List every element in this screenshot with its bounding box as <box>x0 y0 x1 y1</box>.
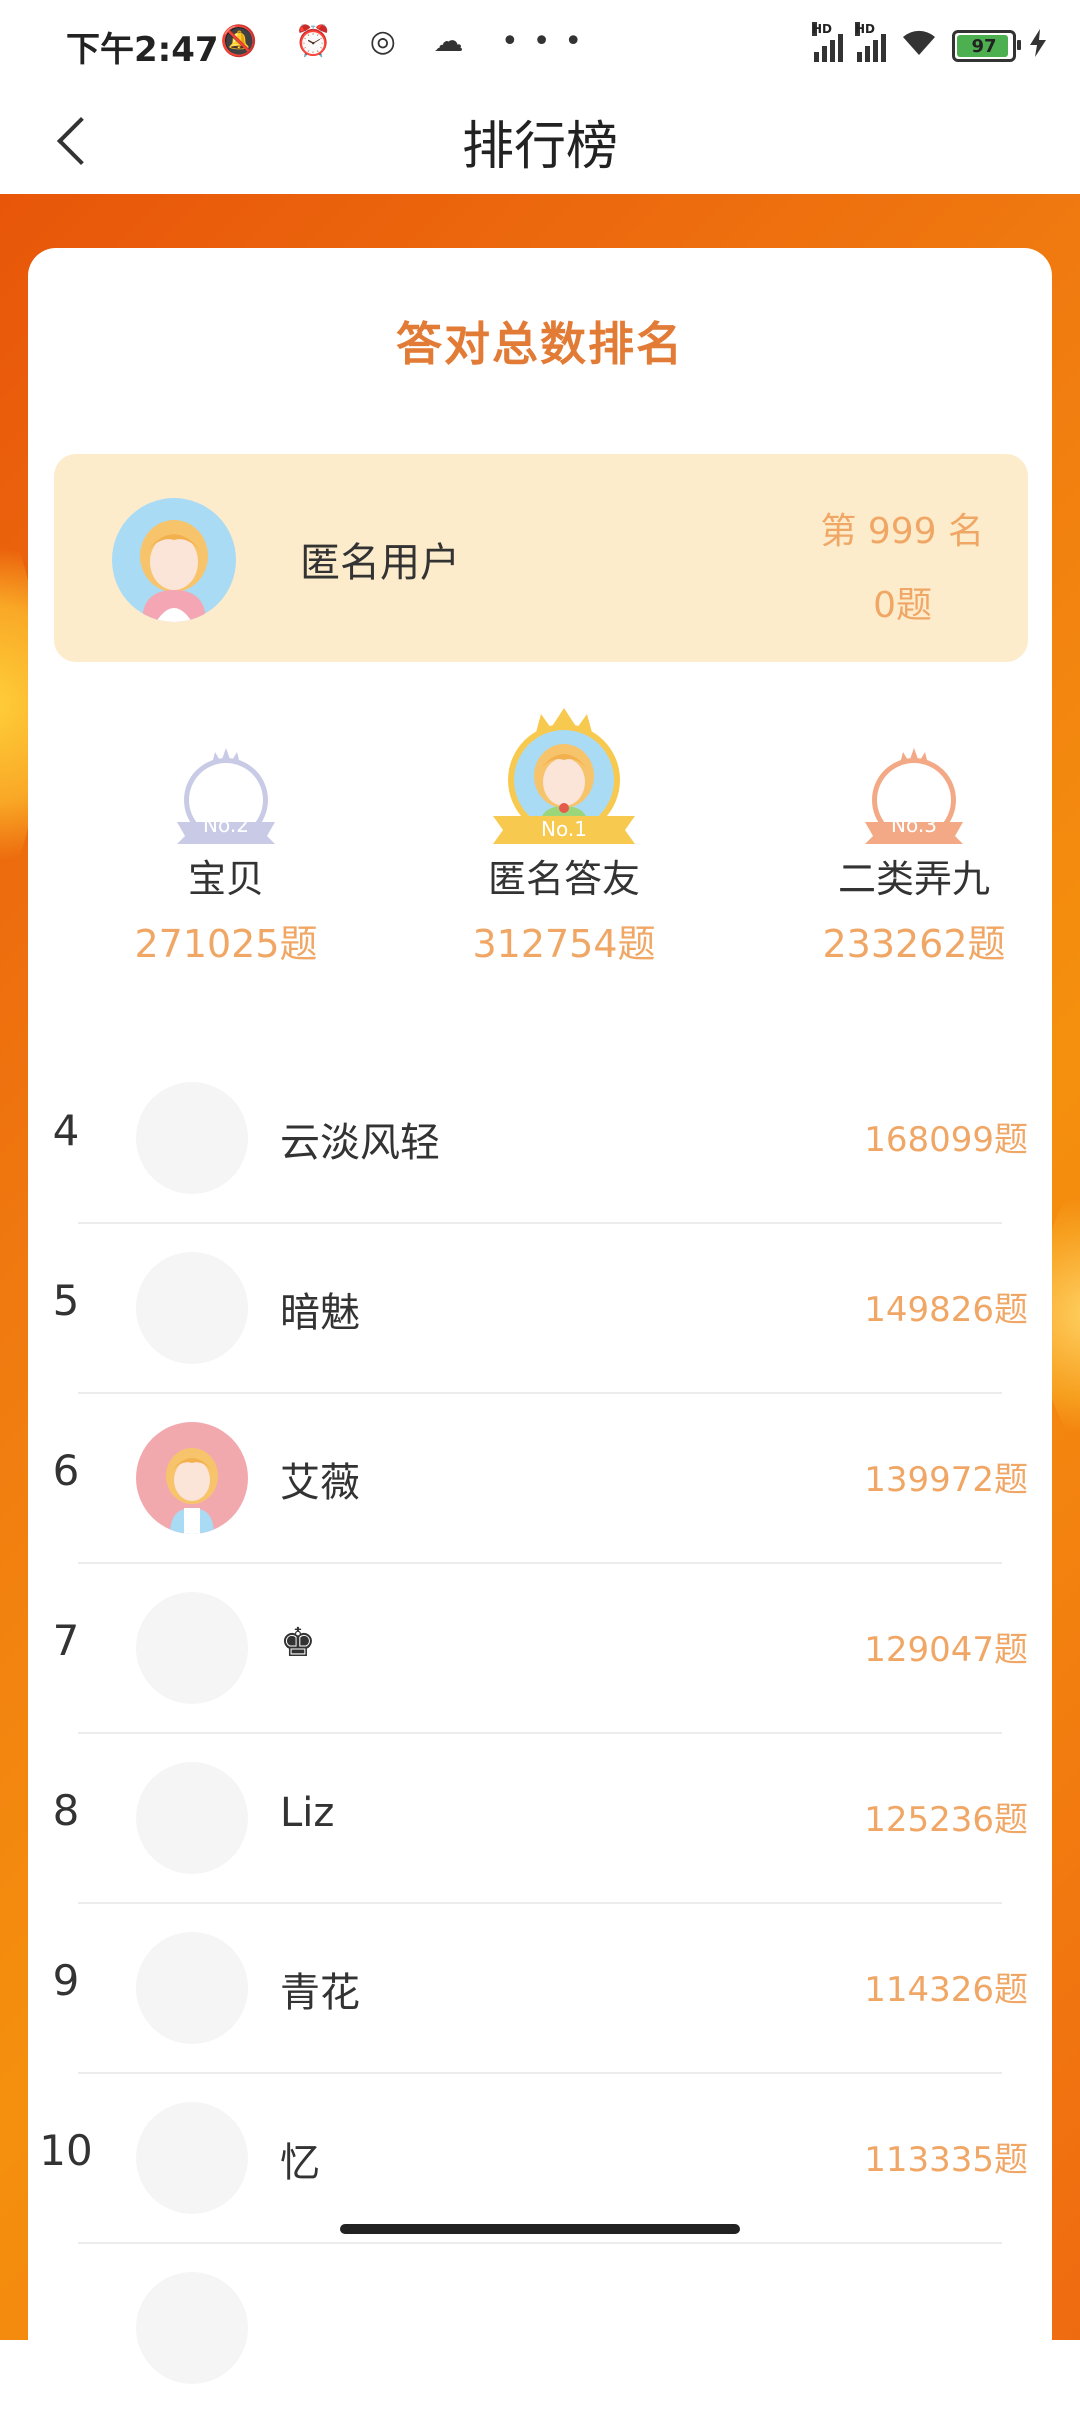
answer-count: 149826题 <box>864 1290 1028 1330</box>
list-item[interactable]: 7 ♚ 129047题 <box>28 1564 1052 1734</box>
user-name: 艾薇 <box>280 1460 360 1506</box>
notification-icons: 🔕 ⏰ ◎ ☁ ••• <box>220 24 597 59</box>
podium-count: 312754题 <box>472 922 656 966</box>
medal-silver-icon: No.2 <box>171 748 281 844</box>
list-item[interactable]: 6 艾薇 139972题 <box>28 1394 1052 1564</box>
status-bar: 下午2:47 🔕 ⏰ ◎ ☁ ••• HD HD 97 <box>0 0 1080 90</box>
page-title: 排行榜 <box>461 117 618 177</box>
battery-icon: 97 <box>952 30 1021 62</box>
podium-name: 二类弄九 <box>837 857 990 901</box>
list-item[interactable] <box>28 2244 1052 2414</box>
avatar <box>136 2272 248 2384</box>
badge-label: No.2 <box>203 813 249 837</box>
leaderboard-title: 答对总数排名 <box>396 317 684 371</box>
medal-bronze-icon: No.3 <box>859 748 969 844</box>
rank-number: 7 <box>52 1616 80 1665</box>
rank-number: 9 <box>52 1956 80 2005</box>
badge-label: No.3 <box>891 813 937 837</box>
avatar <box>136 1592 248 1704</box>
rank-number: 10 <box>39 2126 93 2175</box>
header: 排行榜 <box>0 90 1080 194</box>
podium-name: 宝贝 <box>187 857 264 901</box>
signal-icon-2: HD <box>855 22 886 62</box>
user-name: 忆 <box>280 2140 320 2186</box>
avatar <box>112 498 236 622</box>
avatar <box>136 1932 248 2044</box>
medal-gold-icon: No.1 <box>489 708 639 844</box>
answer-count: 125236题 <box>864 1800 1028 1840</box>
rank-number: 5 <box>52 1276 80 1325</box>
my-name: 匿名用户 <box>300 540 460 586</box>
user-name: 暗魅 <box>280 1290 360 1336</box>
list-item[interactable]: 5 暗魅 149826题 <box>28 1224 1052 1394</box>
signal-icon: HD <box>812 22 843 62</box>
leaderboard-card: 答对总数排名 匿名用户 第 999 名 0题 No.2 宝贝 271025题 N… <box>28 248 1052 2384</box>
user-name: Liz <box>280 1790 335 1836</box>
user-name: 青花 <box>280 1970 360 2016</box>
list-item[interactable]: 9 青花 114326题 <box>28 1904 1052 2074</box>
status-time: 下午2:47 <box>66 30 219 70</box>
badge-label: No.1 <box>541 817 587 841</box>
answer-count: 168099题 <box>864 1120 1028 1160</box>
rank-number: 6 <box>52 1446 80 1495</box>
my-rank-card: 匿名用户 第 999 名 0题 <box>54 454 1028 662</box>
podium-count: 271025题 <box>134 922 318 966</box>
avatar <box>136 1252 248 1364</box>
list-item[interactable]: 8 Liz 125236题 <box>28 1734 1052 1904</box>
list-item[interactable]: 4 云淡风轻 168099题 <box>28 1054 1052 1224</box>
status-right: HD HD 97 <box>812 22 1046 66</box>
answer-count: 139972题 <box>864 1460 1028 1500</box>
my-rank: 第 999 名 <box>820 511 984 552</box>
wifi-icon <box>900 27 938 65</box>
rank-number: 8 <box>52 1786 80 1835</box>
avatar <box>136 1762 248 1874</box>
avatar <box>136 1082 248 1194</box>
user-name: 云淡风轻 <box>280 1120 440 1166</box>
answer-count: 129047题 <box>864 1630 1028 1670</box>
podium-second[interactable]: No.2 宝贝 271025题 <box>76 748 376 968</box>
podium-count: 233262题 <box>822 922 1006 966</box>
answer-count: 114326题 <box>864 1970 1028 2010</box>
avatar <box>136 1422 248 1534</box>
user-name: ♚ <box>280 1620 316 1666</box>
battery-level: 97 <box>971 35 997 57</box>
podium-first[interactable]: No.1 匿名答友 312754题 <box>414 708 714 968</box>
charging-icon <box>1030 28 1046 64</box>
answer-count: 113335题 <box>864 2140 1028 2180</box>
podium-name: 匿名答友 <box>487 857 640 901</box>
my-count: 0题 <box>873 585 932 626</box>
rank-number: 4 <box>52 1106 80 1155</box>
list-item[interactable]: 10 忆 113335题 <box>28 2074 1052 2244</box>
gesture-bar[interactable] <box>340 2224 740 2234</box>
podium-third[interactable]: No.3 二类弄九 233262题 <box>764 748 1064 968</box>
avatar <box>136 2102 248 2214</box>
